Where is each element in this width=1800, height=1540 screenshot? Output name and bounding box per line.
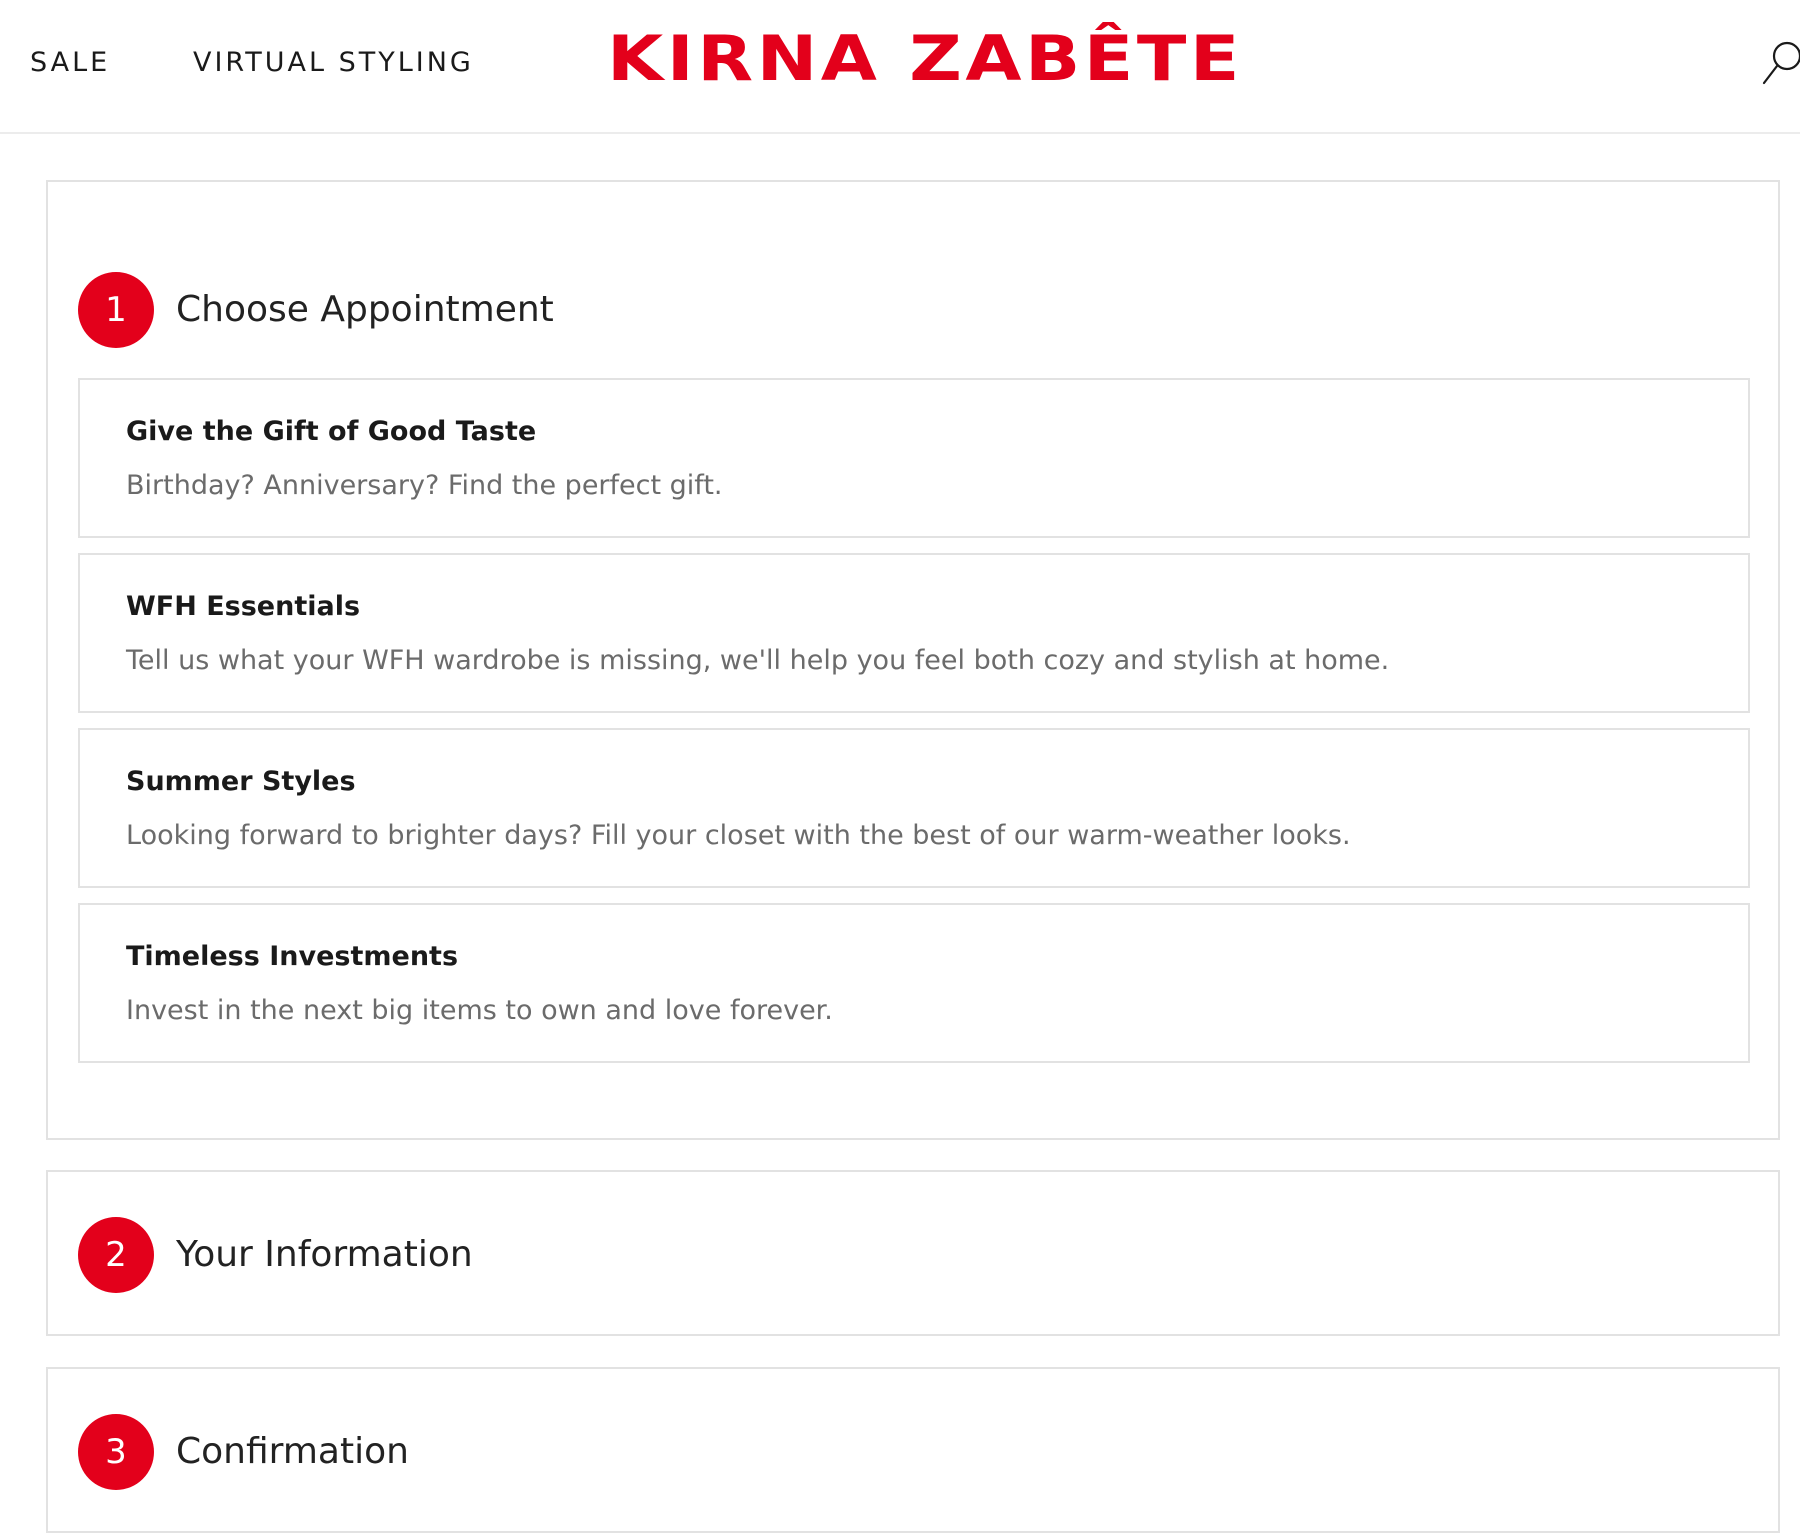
appointment-option-summer-styles[interactable]: Summer Styles Looking forward to brighte… [78,728,1750,888]
option-description: Tell us what your WFH wardrobe is missin… [126,645,1390,676]
nav-link-virtual-styling[interactable]: VIRTUAL STYLING [193,46,474,80]
option-title: Give the Gift of Good Taste [126,416,537,447]
step-number-badge: 3 [78,1414,154,1490]
appointment-option-gift[interactable]: Give the Gift of Good Taste Birthday? An… [78,378,1750,538]
search-icon[interactable] [1760,36,1800,88]
step-title: Confirmation [176,1431,409,1472]
step-title: Your Information [176,1234,473,1275]
step-choose-appointment: 1 Choose Appointment Give the Gift of Go… [46,180,1780,1140]
step-number-badge: 1 [78,272,154,348]
step-your-information[interactable]: 2 Your Information [46,1170,1780,1336]
appointment-option-wfh-essentials[interactable]: WFH Essentials Tell us what your WFH war… [78,553,1750,713]
brand-logo[interactable]: KIRNA ZABÊTE [607,28,1243,90]
step-number-badge: 2 [78,1217,154,1293]
option-description: Birthday? Anniversary? Find the perfect … [126,470,723,501]
appointment-option-timeless-investments[interactable]: Timeless Investments Invest in the next … [78,903,1750,1063]
option-title: WFH Essentials [126,591,361,622]
option-description: Invest in the next big items to own and … [126,995,833,1026]
option-description: Looking forward to brighter days? Fill y… [126,820,1351,851]
site-header: SALE VIRTUAL STYLING KIRNA ZABÊTE [0,0,1800,134]
option-title: Timeless Investments [126,941,459,972]
nav-link-sale[interactable]: SALE [30,46,110,80]
step-confirmation[interactable]: 3 Confirmation [46,1367,1780,1533]
step-title: Choose Appointment [176,289,554,330]
option-title: Summer Styles [126,766,356,797]
appointment-options: Give the Gift of Good Taste Birthday? An… [78,378,1750,1078]
